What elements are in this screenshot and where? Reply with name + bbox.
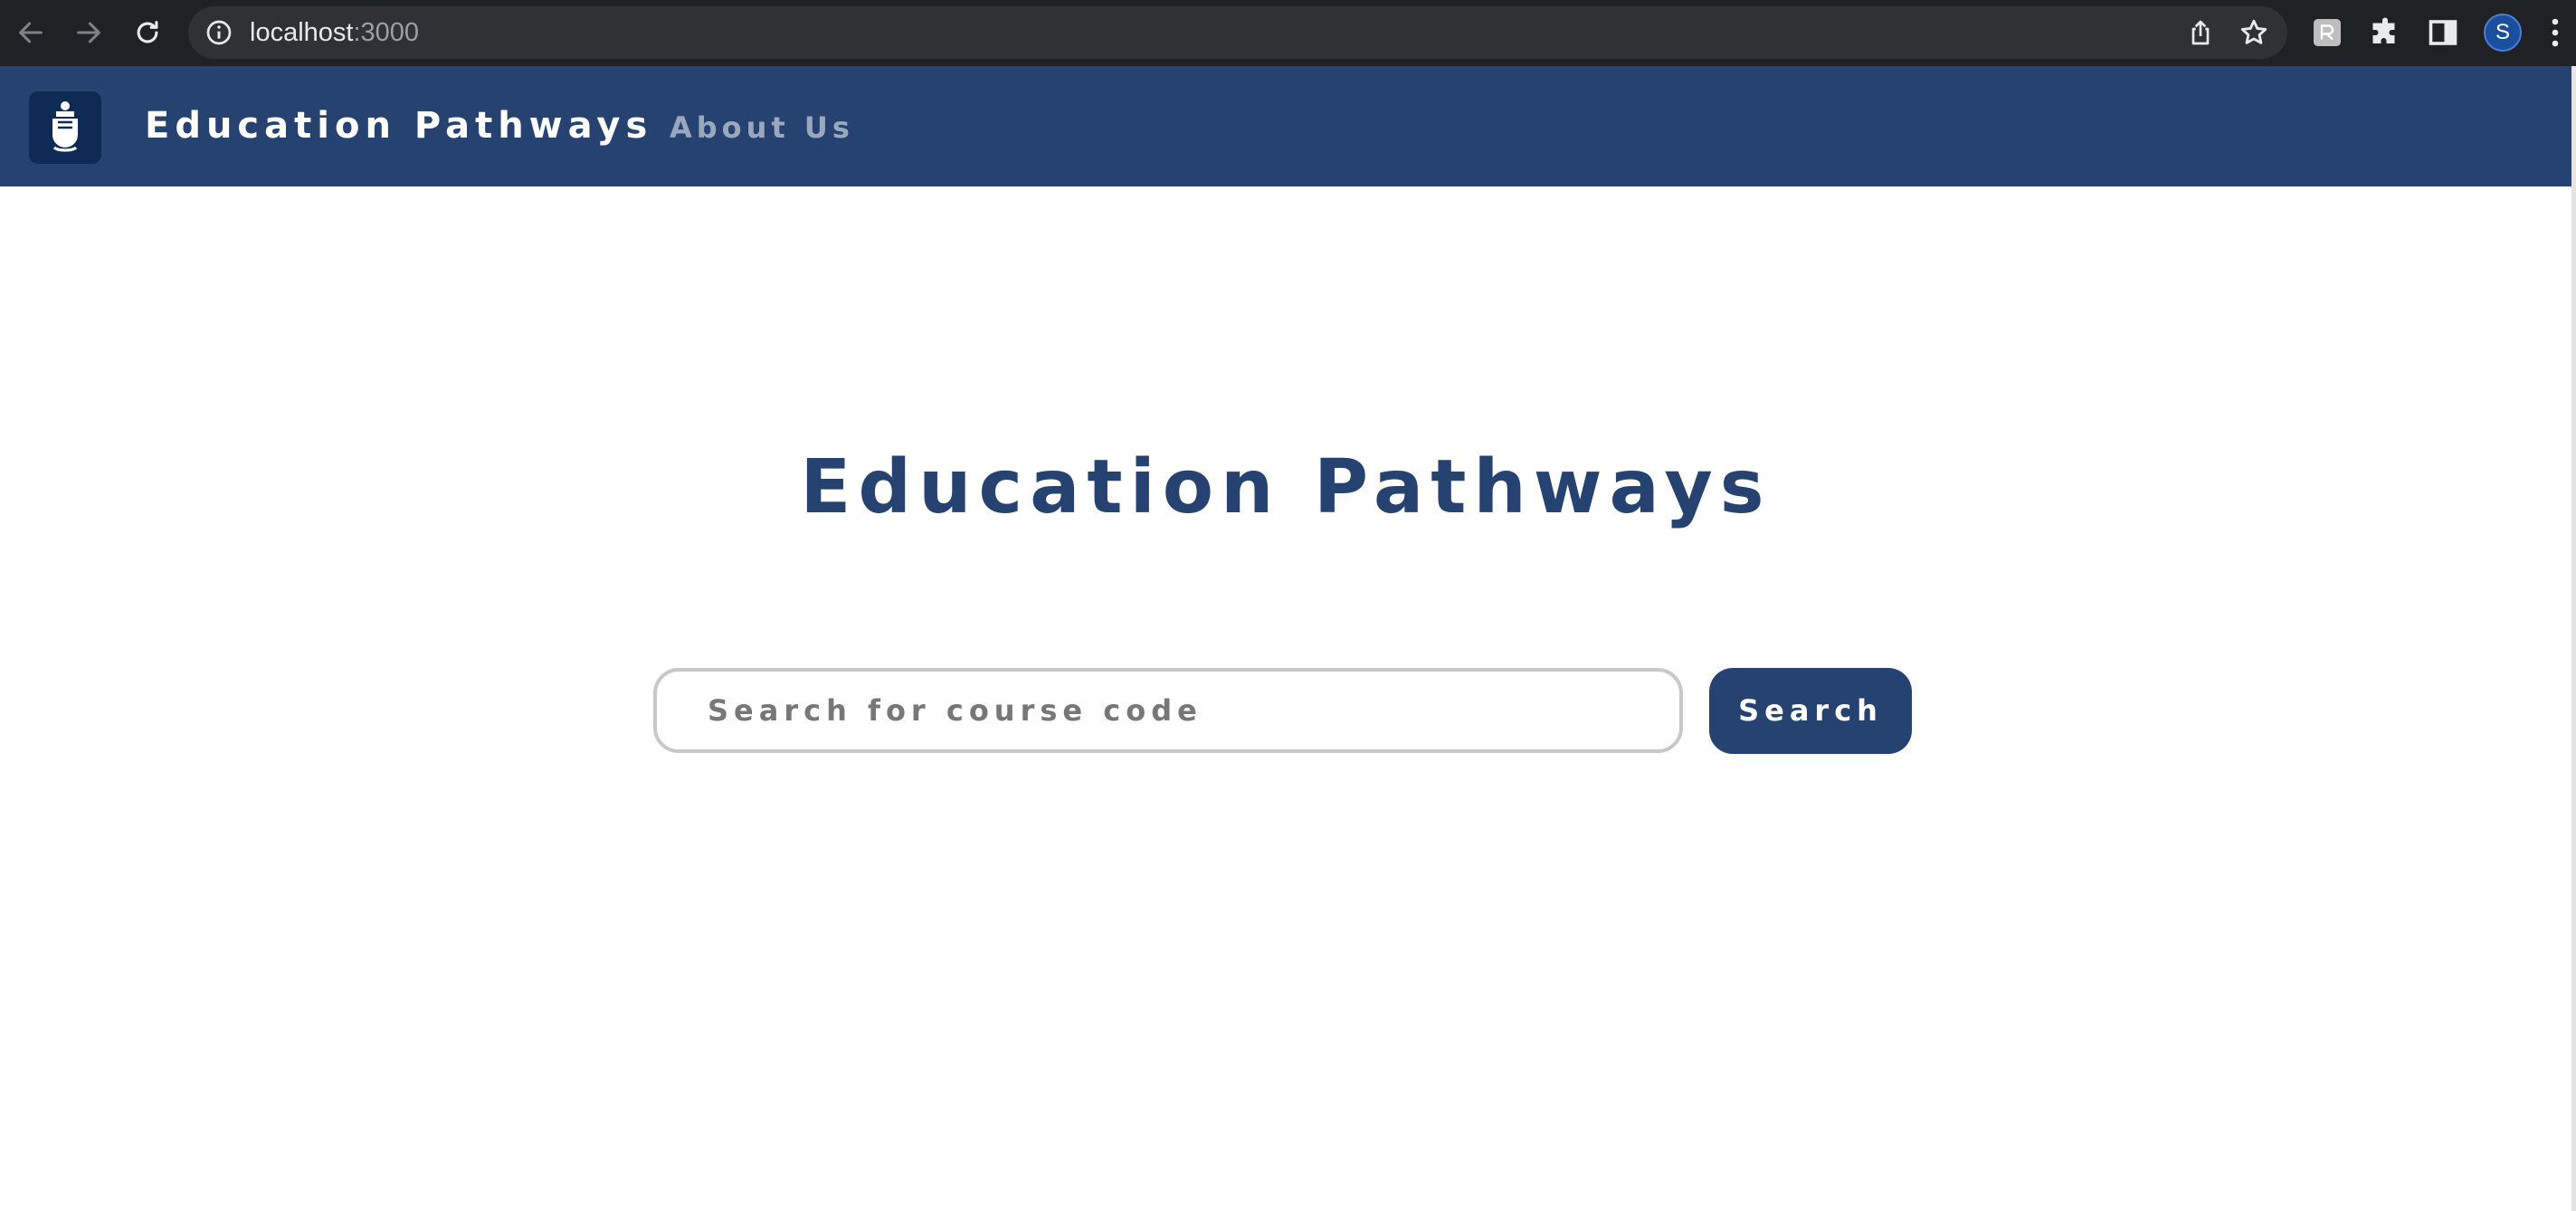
app-navbar: Education Pathways About Us xyxy=(0,66,2571,186)
search-button[interactable]: Search xyxy=(1709,668,1912,754)
extension-icon[interactable] xyxy=(2311,16,2343,49)
crest-icon xyxy=(52,101,78,152)
nav-link-about-us[interactable]: About Us xyxy=(670,108,854,148)
bookmark-star-icon[interactable] xyxy=(2239,17,2269,48)
scrollbar-edge xyxy=(2571,66,2576,1211)
profile-avatar[interactable]: S xyxy=(2484,14,2522,52)
site-info-icon[interactable] xyxy=(204,18,233,47)
forward-icon[interactable] xyxy=(69,13,109,52)
university-crest-logo[interactable] xyxy=(29,91,101,164)
address-bar[interactable]: localhost:3000 xyxy=(188,6,2287,59)
menu-kebab-icon[interactable] xyxy=(2550,16,2561,49)
browser-toolbar: localhost:3000 S xyxy=(0,0,2576,66)
url-text: localhost:3000 xyxy=(250,18,419,47)
side-panel-icon[interactable] xyxy=(2427,16,2459,49)
back-icon[interactable] xyxy=(11,13,51,52)
puzzle-icon[interactable] xyxy=(2369,16,2401,49)
navbar-brand[interactable]: Education Pathways xyxy=(145,102,652,149)
course-search-input[interactable] xyxy=(653,668,1683,753)
share-icon[interactable] xyxy=(2186,18,2215,47)
reload-icon[interactable] xyxy=(128,13,167,52)
url-port: :3000 xyxy=(353,18,420,47)
url-host: localhost xyxy=(250,18,354,47)
page-title: Education Pathways xyxy=(800,444,1772,530)
